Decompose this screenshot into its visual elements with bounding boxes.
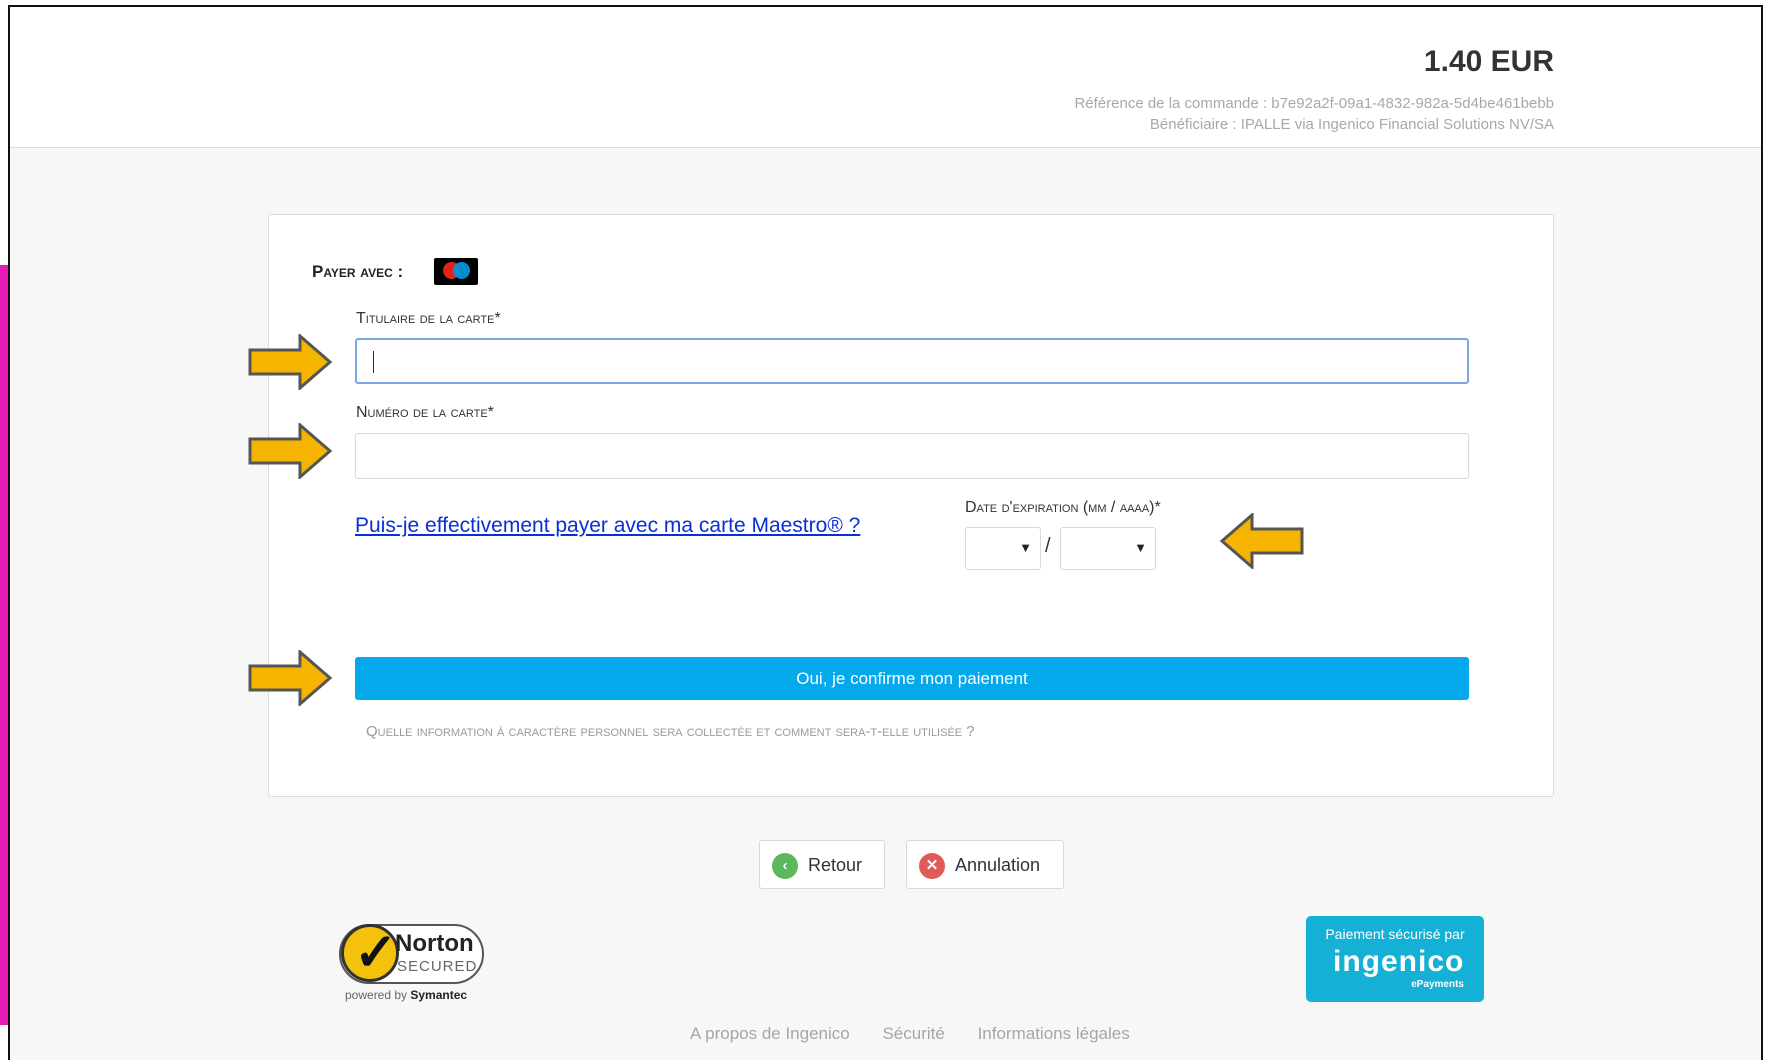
beneficiary: Bénéficiaire : IPALLE via Ingenico Finan… [1149,116,1554,133]
footer-link-security[interactable]: Sécurité [882,1024,944,1043]
norton-secured-badge[interactable]: ✓ Norton SECURED powered by Symantec [339,914,485,1004]
annotation-arrow-left-icon [1219,513,1304,569]
cancel-button-label: Annulation [955,855,1041,875]
annotation-arrow-right-icon [248,334,333,390]
footer-link-about[interactable]: A propos de Ingenico [690,1024,850,1043]
norton-powered-by: powered by Symantec [345,988,468,1002]
expiry-date-label: Date d'expiration (mm / aaaa)* [965,499,1161,516]
dropdown-arrow-icon: ▼ [1134,540,1147,555]
ingenico-logo: ingenico [1333,945,1465,978]
card-holder-input[interactable] [355,338,1469,384]
expiry-separator: / [1045,535,1051,557]
payment-card-panel [268,214,1554,797]
ingenico-epayments: ePayments [1411,979,1464,990]
background-strip [0,265,8,1025]
expiry-year-select[interactable]: ▼ [1060,527,1156,570]
card-number-input[interactable] [355,433,1469,479]
card-number-label: Numéro de la carte* [356,404,494,421]
cancel-button[interactable]: ✕ Annulation [906,840,1064,889]
order-header: 1.40 EUR Référence de la commande : b7e9… [10,7,1761,148]
norton-name: Norton [395,930,474,957]
annotation-arrow-right-icon [248,423,333,479]
back-button-label: Retour [808,855,863,875]
back-arrow-icon: ‹ [772,853,798,879]
expiry-month-select[interactable]: ▼ [965,527,1041,570]
confirm-payment-button[interactable]: Oui, je confirme mon paiement [355,657,1469,700]
ingenico-secure-badge[interactable]: Paiement sécurisé par ingenico ePayments [1306,916,1484,1002]
maestro-info-link[interactable]: Puis-je effectivement payer avec ma cart… [355,514,860,538]
text-caret [373,351,374,373]
payment-page: 1.40 EUR Référence de la commande : b7e9… [0,0,1769,1060]
order-amount: 1.40 EUR [1423,45,1554,78]
dropdown-arrow-icon: ▼ [1019,540,1032,555]
card-holder-label: Titulaire de la carte* [356,310,501,327]
maestro-card-icon [434,258,478,285]
footer-link-legal[interactable]: Informations légales [978,1024,1130,1043]
footer-links: A propos de Ingenico Sécurité Informatio… [690,1024,1158,1044]
close-icon: ✕ [919,853,945,879]
ingenico-secure-text: Paiement sécurisé par [1325,926,1465,942]
privacy-info-link[interactable]: Quelle information à caractère personnel… [366,723,975,740]
annotation-arrow-right-icon [248,650,333,706]
pay-with-label: Payer avec : [312,262,404,281]
checkmark-icon: ✓ [341,924,399,982]
norton-secured-text: SECURED [397,958,478,975]
order-reference: Référence de la commande : b7e92a2f-09a1… [1074,95,1554,112]
back-button[interactable]: ‹ Retour [759,840,885,889]
